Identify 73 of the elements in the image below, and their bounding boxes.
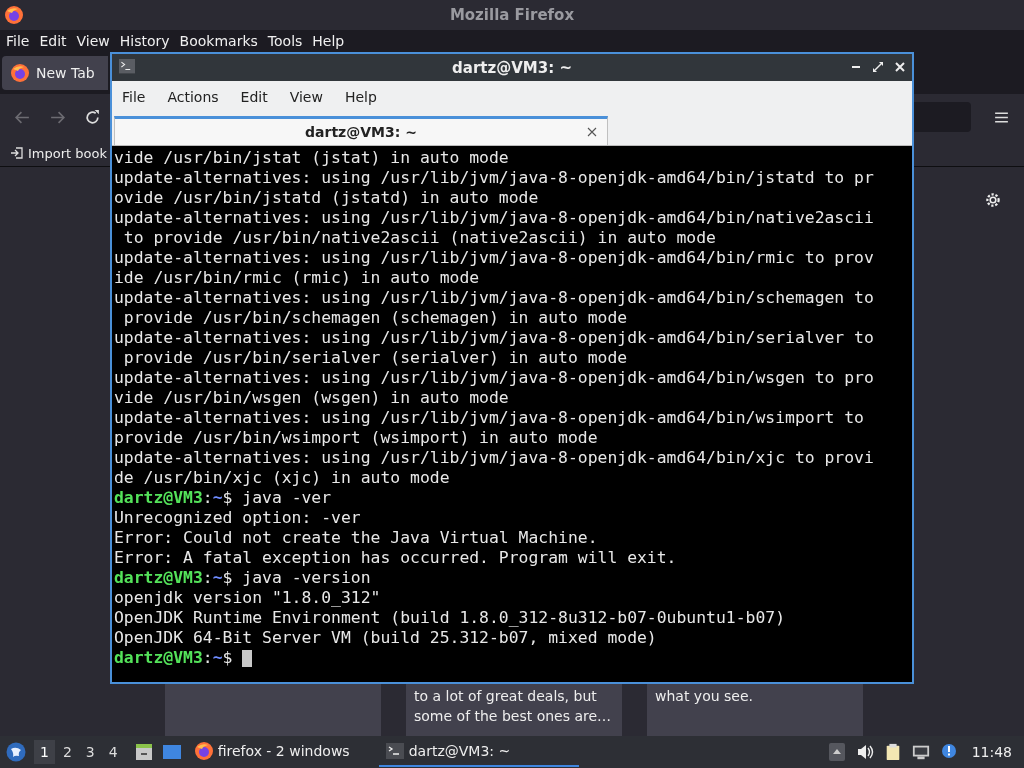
terminal-line: OpenJDK Runtime Environment (build 1.8.0_312-8u312-b07-0ubuntu1-b07) bbox=[114, 608, 786, 628]
menu-item[interactable]: View bbox=[76, 33, 110, 49]
menu-item[interactable]: Bookmarks bbox=[179, 33, 258, 49]
card-text: what you see. bbox=[655, 687, 754, 706]
restore-icon[interactable] bbox=[872, 61, 884, 73]
terminal-line: update-alternatives: using /usr/lib/jvm/java-8-openjdk-amd64/bin/schemagen to bbox=[114, 288, 874, 308]
firefox-icon bbox=[10, 63, 30, 83]
terminal-line: to provide /usr/bin/native2ascii (native2ascii) in auto mode bbox=[122, 228, 716, 248]
terminal-tab[interactable]: dartz@VM3: ~ bbox=[114, 116, 608, 145]
menu-item[interactable]: Edit bbox=[240, 89, 268, 105]
window-title: Mozilla Firefox bbox=[449, 6, 575, 24]
firefox-icon bbox=[193, 741, 214, 761]
menu-item[interactable]: File bbox=[6, 33, 30, 49]
terminal-line: update-alternatives: using /usr/lib/jvm/java-8-openjdk-amd64/bin/xjc to provi bbox=[114, 448, 874, 468]
workspace-button[interactable]: 3 bbox=[79, 740, 101, 764]
reload-icon[interactable] bbox=[84, 108, 101, 126]
terminal-line: Error: A fatal exception has occurred. Program will exit. bbox=[114, 548, 677, 568]
prompt-line: dartz@VM3:~$ java -ver bbox=[114, 488, 332, 508]
close-icon[interactable] bbox=[587, 127, 597, 137]
terminal-line: vide /usr/bin/jstat (jstat) in auto mode bbox=[114, 148, 509, 168]
terminal-line: update-alternatives: using /usr/lib/jvm/java-8-openjdk-amd64/bin/wsgen to pro bbox=[114, 368, 874, 388]
terminal-icon bbox=[384, 741, 405, 761]
terminal-line: Error: Could not create the Java Virtual Machine. bbox=[114, 528, 598, 548]
import-icon bbox=[10, 146, 24, 160]
menu-item[interactable]: View bbox=[289, 89, 323, 105]
taskbar-button[interactable]: dartz@VM3: ~ bbox=[378, 737, 579, 767]
workspace-button[interactable]: 1 bbox=[34, 740, 55, 764]
menu-item[interactable]: File bbox=[122, 89, 146, 105]
terminal-line: de /usr/bin/xjc (xjc) in auto mode bbox=[114, 468, 450, 488]
terminal-line: update-alternatives: using /usr/lib/jvm/java-8-openjdk-amd64/bin/jstatd to pr bbox=[114, 168, 874, 188]
menu-item[interactable]: Tools bbox=[267, 33, 303, 49]
terminal-line: ide /usr/bin/rmic (rmic) in auto mode bbox=[114, 268, 480, 288]
workspace-button[interactable]: 2 bbox=[56, 740, 78, 764]
start-icon[interactable] bbox=[6, 742, 26, 762]
terminal-line: provide /usr/bin/wsimport (wsimport) in auto mode bbox=[114, 428, 598, 448]
notification-icon[interactable] bbox=[939, 743, 958, 761]
terminal-line: Unrecognized option: -ver bbox=[114, 508, 361, 528]
card-text: to a lot of great deals, but bbox=[414, 687, 598, 706]
prompt-line: dartz@VM3:~$ java -version bbox=[114, 568, 371, 588]
terminal-line: update-alternatives: using /usr/lib/jvm/java-8-openjdk-amd64/bin/native2ascii bbox=[114, 208, 874, 228]
terminal-line: update-alternatives: using /usr/lib/jvm/java-8-openjdk-amd64/bin/rmic to prov bbox=[114, 248, 874, 268]
terminal-line: provide /usr/bin/schemagen (schemagen) in auto mode bbox=[122, 308, 628, 328]
firefox-icon bbox=[4, 5, 24, 25]
terminal-line: update-alternatives: using /usr/lib/jvm/java-8-openjdk-amd64/bin/wsimport to bbox=[114, 408, 864, 428]
bookmark-item[interactable]: Import book bbox=[10, 145, 107, 161]
taskbar-button[interactable]: firefox - 2 windows bbox=[187, 737, 373, 767]
window-title: dartz@VM3: ~ bbox=[452, 58, 572, 77]
menu-item[interactable]: Help bbox=[312, 33, 345, 49]
terminal-line: vide /usr/bin/wsgen (wsgen) in auto mode bbox=[114, 388, 509, 408]
window-icon[interactable] bbox=[161, 742, 182, 762]
menu-item[interactable]: History bbox=[119, 33, 170, 49]
address-field[interactable] bbox=[911, 102, 971, 132]
arrow-up-icon[interactable] bbox=[827, 743, 846, 761]
menu-item[interactable]: Actions bbox=[167, 89, 219, 105]
terminal-line: ovide /usr/bin/jstatd (jstatd) in auto mode bbox=[114, 188, 539, 208]
browser-tab[interactable]: New Tab bbox=[2, 56, 108, 90]
terminal-line: openjdk version "1.8.0_312" bbox=[114, 588, 381, 608]
clock: 11:48 bbox=[971, 744, 1012, 760]
file-cabinet-icon[interactable] bbox=[133, 742, 154, 762]
menu-item[interactable]: Edit bbox=[39, 33, 67, 49]
terminal-icon bbox=[118, 59, 136, 75]
content-card[interactable]: what you see. bbox=[647, 683, 863, 736]
speaker-icon[interactable] bbox=[855, 743, 874, 761]
terminal-line: provide /usr/bin/serialver (serialver) in auto mode bbox=[122, 348, 628, 368]
workspace-button[interactable]: 4 bbox=[102, 740, 124, 764]
menu-item[interactable]: Help bbox=[344, 89, 377, 105]
prompt-line: dartz@VM3:~$ bbox=[114, 648, 234, 668]
terminal-line: update-alternatives: using /usr/lib/jvm/java-8-openjdk-amd64/bin/serialver to bbox=[114, 328, 874, 348]
card-text: some of the best ones are… bbox=[414, 707, 613, 726]
content-card[interactable]: to a lot of great deals, but some of the best ones are… bbox=[406, 683, 622, 736]
terminal-line: OpenJDK 64-Bit Server VM (build 25.312-b07, mixed mode) bbox=[114, 628, 657, 648]
network-icon[interactable] bbox=[911, 743, 930, 761]
settings-icon[interactable] bbox=[984, 191, 1002, 209]
